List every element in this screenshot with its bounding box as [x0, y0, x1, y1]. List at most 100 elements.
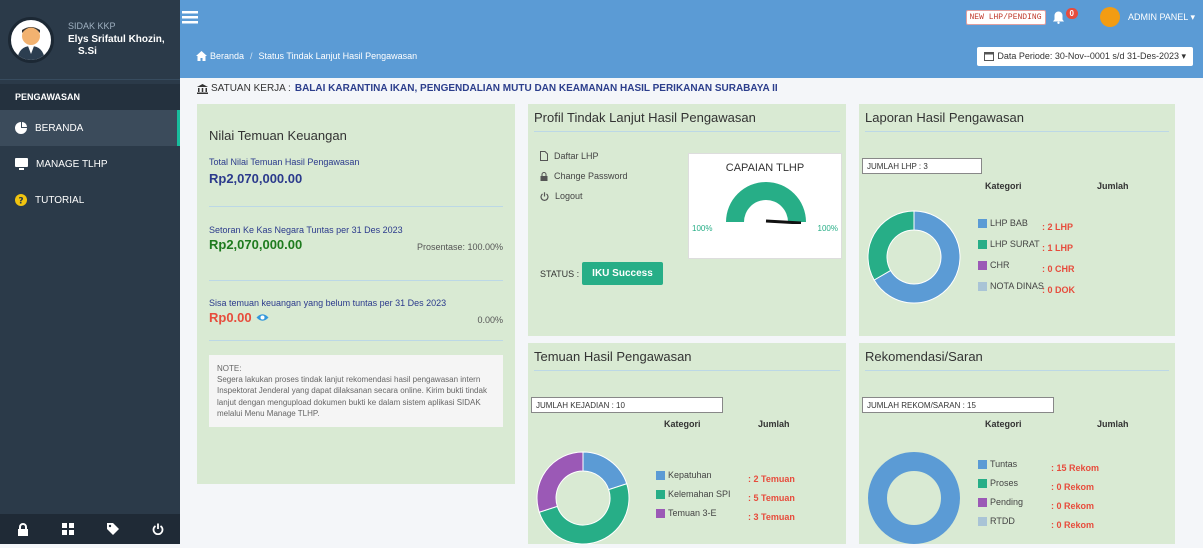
sisa-percentage: 0.00%: [477, 315, 503, 325]
legend-value: : 0 Rekom: [1051, 501, 1095, 511]
sisa-label: Sisa temuan keuangan yang belum tuntas p…: [209, 298, 447, 308]
legend-label: Pending: [990, 497, 1024, 507]
laporan-panel: Laporan Hasil Pengawasan JUMLAH LHP : 3 …: [859, 104, 1175, 336]
setoran-percentage: Prosentase: 100.00%: [416, 242, 503, 252]
legend-item: Kelemahan SPI: [656, 489, 731, 499]
legend-item: Pending: [978, 497, 1023, 507]
app-name: SIDAK KKP: [68, 21, 116, 32]
svg-text:?: ?: [18, 197, 23, 207]
temuan-panel: Temuan Hasil Pengawasan JUMLAH KEJADIAN …: [528, 343, 846, 545]
jumlah-header: Jumlah: [1097, 181, 1129, 191]
gauge-max-label: 100%: [817, 224, 838, 233]
panel-title: Nilai Temuan Keuangan: [209, 128, 347, 143]
breadcrumb-separator: /: [250, 51, 253, 61]
gauge-title: CAPAIAN TLHP: [725, 162, 805, 174]
legend-label: Proses: [990, 478, 1019, 488]
bell-icon: [1052, 11, 1064, 24]
panel-title: Profil Tindak Lanjut Hasil Pengawasan: [534, 110, 756, 125]
legend-item: Tuntas: [978, 459, 1017, 469]
legend-label: Kepatuhan: [668, 470, 712, 480]
panel-title: Laporan Hasil Pengawasan: [865, 110, 1024, 125]
jumlah-rekom-box: JUMLAH REKOM/SARAN : 15: [862, 397, 1054, 413]
sisa-value: Rp0.00: [209, 310, 252, 325]
pending-lhp-button[interactable]: NEW LHP/PENDING: [965, 9, 1046, 25]
legend-item: LHP BAB: [978, 218, 1028, 228]
legend-swatch: [978, 516, 987, 526]
sidebar-footer: [0, 514, 180, 544]
profil-tlhp-panel: Profil Tindak Lanjut Hasil Pengawasan Da…: [528, 104, 846, 336]
tag-icon[interactable]: [106, 523, 119, 535]
iku-status-button[interactable]: IKU Success: [582, 262, 663, 285]
temuan-donut-chart: [536, 451, 630, 545]
eye-icon[interactable]: [256, 313, 269, 322]
lock-icon[interactable]: [17, 522, 29, 536]
sidebar-section-title: PENGAWASAN: [0, 84, 180, 110]
link-label: Daftar LHP: [554, 151, 599, 161]
hamburger-menu-icon[interactable]: [182, 10, 198, 24]
setoran-value: Rp2,070,000.00: [209, 237, 303, 252]
divider: [534, 370, 840, 371]
legend-swatch: [978, 459, 987, 469]
gauge-arc: [726, 182, 806, 224]
divider: [865, 370, 1169, 371]
legend-item: Temuan 3-E: [656, 508, 717, 518]
note-box: NOTE: Segera lakukan proses tindak lanju…: [209, 355, 503, 427]
power-icon[interactable]: [152, 523, 164, 535]
legend-label: RTDD: [990, 516, 1015, 526]
pie-chart-icon: [15, 122, 27, 134]
panel-title: Rekomendasi/Saran: [865, 349, 983, 364]
legend-item: RTDD: [978, 516, 1015, 526]
legend-item: Proses: [978, 478, 1018, 488]
legend-item: CHR: [978, 260, 1010, 270]
rekom-donut-chart: [868, 452, 960, 544]
satker-value: BALAI KARANTINA IKAN, PENGENDALIAN MUTU …: [294, 83, 778, 94]
legend-swatch: [978, 218, 987, 228]
sidebar-item-manage-tlhp[interactable]: MANAGE TLHP: [0, 146, 180, 182]
period-label: Data Periode: 30-Nov--0001 s/d 31-Des-20…: [997, 50, 1186, 61]
legend-value: : 0 DOK: [1042, 285, 1076, 295]
legend-swatch: [978, 239, 987, 249]
kategori-header: Kategori: [985, 181, 1022, 191]
legend-label: Kelemahan SPI: [668, 489, 731, 499]
user-name: Elys Srifatul Khozin,: [68, 33, 165, 45]
lock-icon: [540, 171, 548, 181]
status-row: STATUS : IKU Success: [540, 262, 663, 285]
note-text: Segera lakukan proses tindak lanjut reko…: [217, 375, 487, 418]
admin-avatar[interactable]: [1099, 7, 1120, 27]
sidebar-item-label: TUTORIAL: [35, 194, 85, 206]
legend-label: Tuntas: [990, 459, 1018, 469]
sidebar: SIDAK KKP Elys Srifatul Khozin, S.Si PEN…: [0, 0, 180, 544]
sidebar-item-label: BERANDA: [35, 122, 84, 134]
legend-value: : 2 LHP: [1042, 222, 1074, 232]
monitor-icon: [15, 158, 28, 170]
breadcrumb-home-link[interactable]: Beranda: [210, 51, 244, 61]
legend-swatch: [978, 281, 987, 291]
top-navbar: NEW LHP/PENDING 0 ADMIN PANEL ▾: [180, 0, 1203, 34]
breadcrumb: Beranda / Status Tindak Lanjut Hasil Pen…: [196, 51, 417, 61]
legend-value: : 2 Temuan: [748, 474, 795, 484]
notification-bell[interactable]: 0: [1052, 7, 1078, 24]
sidebar-item-label: MANAGE TLHP: [36, 158, 108, 170]
legend-label: CHR: [990, 260, 1010, 270]
sidebar-item-tutorial[interactable]: ? TUTORIAL: [0, 182, 180, 218]
jumlah-header: Jumlah: [1097, 419, 1129, 429]
user-title: S.Si: [78, 45, 97, 57]
sidebar-user-panel: SIDAK KKP Elys Srifatul Khozin, S.Si: [0, 0, 180, 80]
period-dropdown[interactable]: Data Periode: 30-Nov--0001 s/d 31-Des-20…: [977, 46, 1193, 66]
sidebar-item-beranda[interactable]: BERANDA: [0, 110, 180, 146]
donut-slice: [868, 452, 960, 544]
admin-panel-dropdown[interactable]: ADMIN PANEL ▾: [1128, 12, 1195, 23]
grid-icon[interactable]: [61, 523, 74, 535]
legend-swatch: [656, 470, 665, 480]
legend-value: : 3 Temuan: [748, 512, 795, 522]
legend-swatch: [978, 497, 987, 507]
link-label: Change Password: [554, 171, 628, 181]
legend-label: NOTA DINAS: [990, 281, 1044, 291]
kategori-header: Kategori: [985, 419, 1022, 429]
legend-item: LHP SURAT: [978, 239, 1040, 249]
gauge-min-label: 100%: [692, 224, 713, 233]
legend-value: : 1 LHP: [1042, 243, 1074, 253]
total-label: Total Nilai Temuan Hasil Pengawasan: [209, 157, 360, 167]
document-icon: [540, 151, 548, 161]
legend-item: NOTA DINAS: [978, 281, 1044, 291]
